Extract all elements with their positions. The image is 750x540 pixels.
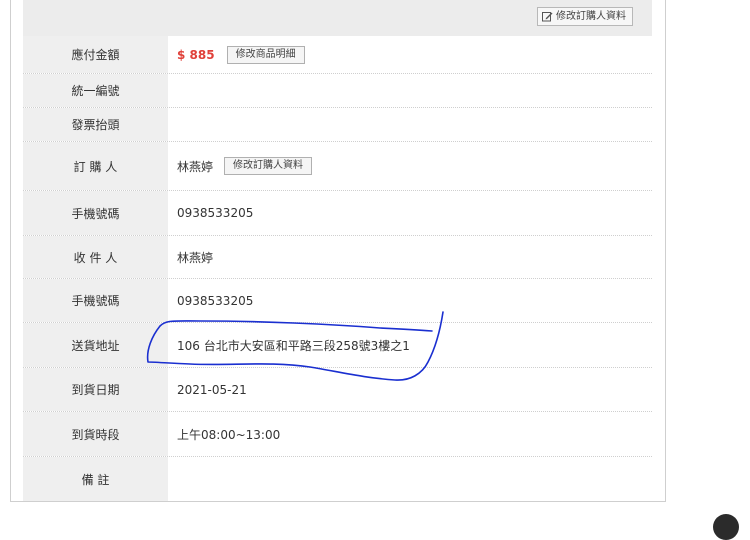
row-delivery-address: 送貨地址 106 台北市大安區和平路三段258號3樓之1 [23,323,652,368]
row-recipient: 收 件 人 林燕婷 [23,236,652,279]
invoice-title-value [168,108,652,141]
row-delivery-time: 到貨時段 上午08:00~13:00 [23,412,652,457]
row-amount-due: 應付金額 $ 885 修改商品明細 [23,36,652,74]
orderer-phone-label: 手機號碼 [23,191,168,235]
edit-orderer-button[interactable]: 修改訂購人資料 [224,157,313,175]
row-orderer-phone: 手機號碼 0938533205 [23,191,652,236]
remarks-label: 備 註 [23,457,168,501]
amount-due-label: 應付金額 [23,36,168,73]
row-orderer: 訂 購 人 林燕婷 修改訂購人資料 [23,142,652,191]
recipient-value: 林燕婷 [177,250,214,265]
panel-header: 修改訂購人資料 [23,0,652,36]
recipient-phone-label: 手機號碼 [23,279,168,322]
edit-orderer-top-label: 修改訂購人資料 [556,11,626,22]
recipient-phone-value: 0938533205 [177,293,254,308]
delivery-address-label: 送貨地址 [23,323,168,367]
orderer-value: 林燕婷 修改訂購人資料 [168,142,652,190]
orderer-phone-value: 0938533205 [177,206,254,220]
tax-id-label: 統一編號 [23,74,168,107]
delivery-date-label: 到貨日期 [23,368,168,411]
tax-id-value [168,74,652,107]
orderer-label: 訂 購 人 [23,142,168,190]
row-remarks: 備 註 [23,457,652,501]
delivery-time-value: 上午08:00~13:00 [177,427,281,442]
edit-items-button[interactable]: 修改商品明細 [226,45,305,64]
row-recipient-phone: 手機號碼 0938533205 [23,279,652,323]
row-tax-id: 統一編號 [23,74,652,108]
row-delivery-date: 到貨日期 2021-05-21 [23,368,652,412]
delivery-address-value: 106 台北市大安區和平路三段258號3樓之1 [177,338,410,353]
edit-orderer-top-button[interactable]: 修改訂購人資料 [537,7,633,26]
orderer-name: 林燕婷 [177,159,214,174]
amount-due-price: $ 885 [177,47,215,62]
floating-action-circle[interactable] [713,514,739,540]
amount-due-value: $ 885 修改商品明細 [168,36,652,73]
edit-icon [542,12,553,22]
invoice-title-label: 發票抬頭 [23,108,168,141]
recipient-label: 收 件 人 [23,236,168,278]
row-invoice-title: 發票抬頭 [23,108,652,142]
remarks-value [168,457,652,501]
delivery-time-label: 到貨時段 [23,412,168,456]
delivery-date-value: 2021-05-21 [177,382,247,397]
